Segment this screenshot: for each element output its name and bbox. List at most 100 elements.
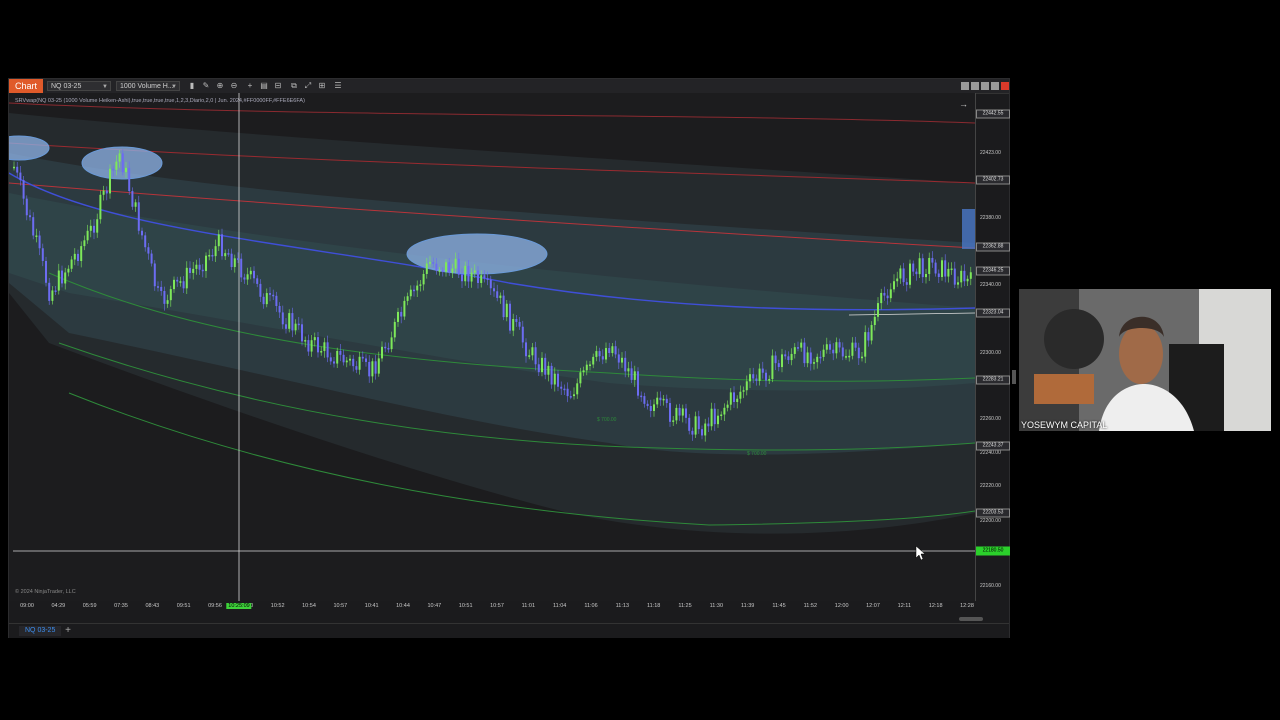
candle-body [505,303,508,318]
tile-icon[interactable] [961,82,969,90]
properties-icon[interactable]: ▤ [259,81,269,91]
candle-body [832,349,835,354]
bar-style-icon[interactable]: ▮ [187,81,197,91]
candle-body [518,321,521,327]
candle-body [371,361,374,377]
instrument-select[interactable]: NQ 03-25 ▼ [47,81,111,91]
candle-body [813,362,815,364]
candle-body [38,235,41,249]
candle-body [541,357,543,373]
time-tick: 11:18 [646,603,661,609]
candle-body [377,358,380,374]
candle-body [368,361,371,377]
add-tab-button[interactable]: + [63,625,73,637]
time-tick: 12:07 [866,603,880,609]
candle-body [233,258,236,268]
chart-toolbar: Chart NQ 03-25 ▼ 1000 Volume H... ▼ ▮ ✎ ⊕ … [9,79,1009,94]
candle-body [883,292,886,296]
candle-body [48,282,51,301]
candle-body [237,258,239,260]
candle-body [32,217,35,236]
candle-body [550,365,553,385]
candle-body [99,194,102,220]
strategies-icon[interactable]: ⊟ [273,81,283,91]
candle-body [912,263,915,272]
candle-body [416,285,419,291]
candle-body [333,361,335,364]
candle-body [729,392,732,405]
webcam-overlay: YOSEWYM CAPITAL [1019,289,1271,431]
candle-body [886,295,889,299]
candle-body [54,290,57,292]
instrument-tab[interactable]: NQ 03-25 [19,626,62,636]
candle-body [467,265,470,282]
bottom-tab-bar: NQ 03-25 + [9,623,1009,638]
draw-icon[interactable]: ✎ [201,81,211,91]
candle-body [870,325,873,341]
close-icon[interactable] [1001,82,1009,90]
candle-body [800,342,803,348]
candle-body [73,253,76,260]
candle-body [633,371,636,380]
trade-marker-label: $ 700.00 [597,417,617,423]
candle-body [432,262,435,264]
tile2-icon[interactable] [971,82,979,90]
time-axis[interactable]: 09:0004:2905:5907:3508:4309:5109:5610:50… [9,601,975,613]
chevron-down-icon: ▼ [102,84,108,90]
candle-body [329,357,332,362]
price-tick: 22200.00 [980,518,1001,524]
candle-body [230,253,233,268]
time-tick: 10:57 [333,603,348,609]
indicators-icon[interactable]: ⧉ [289,81,299,91]
candle-body [320,351,323,353]
nav-arrow-icon[interactable]: → [959,99,968,109]
horizontal-scrollbar[interactable] [959,617,983,621]
resize-handle[interactable] [1012,370,1016,384]
candle-body [941,260,943,278]
candle-body [45,260,47,283]
candle-body [147,247,150,254]
candle-body [384,346,387,349]
candle-body [134,202,137,207]
data-box-icon[interactable]: ⊞ [317,81,327,91]
candle-body [121,153,124,173]
candle-body [297,323,300,326]
candle-body [947,268,950,277]
zoom-in-icon[interactable]: ⊕ [215,81,225,91]
candle-body [665,398,668,404]
candle-body [454,258,457,269]
candle-body [461,274,463,282]
candle-body [249,270,252,275]
candle-body [425,263,428,274]
crosshair-icon[interactable]: + [245,81,255,91]
bar-type-select[interactable]: 1000 Volume H... ▼ [116,81,180,91]
candle-body [733,392,735,402]
list-icon[interactable]: ☰ [333,81,343,91]
candle-body [531,347,534,356]
highlight-ellipse [406,233,548,275]
time-tick: 10:41 [364,603,379,609]
chart-tab[interactable]: Chart [9,79,44,93]
maximize-icon[interactable] [991,82,999,90]
candle-body [224,253,227,257]
candle-body [825,344,828,350]
minimize-icon[interactable] [981,82,989,90]
zoom-out-icon[interactable]: ⊖ [229,81,239,91]
candle-body [781,354,783,368]
price-level-box: 22203.53 [976,508,1010,518]
candle-body [579,372,582,384]
candle-body [521,326,524,343]
candle-body [765,372,767,381]
candle-body [889,289,892,299]
candle-body [585,364,588,371]
candle-body [617,354,620,363]
price-chart[interactable]: $ 700.00 $ 700.00 → [9,93,975,601]
candle-body [937,273,940,278]
candle-body [576,383,579,395]
candle-body [723,407,726,415]
chart-trader-icon[interactable]: ⤢ [303,81,313,91]
price-axis[interactable]: 22423.00 22380.00 22340.00 22300.00 2226… [975,93,1010,601]
candle-body [102,190,105,195]
candle-body [355,366,358,370]
price-tick: 22220.00 [980,483,1001,489]
